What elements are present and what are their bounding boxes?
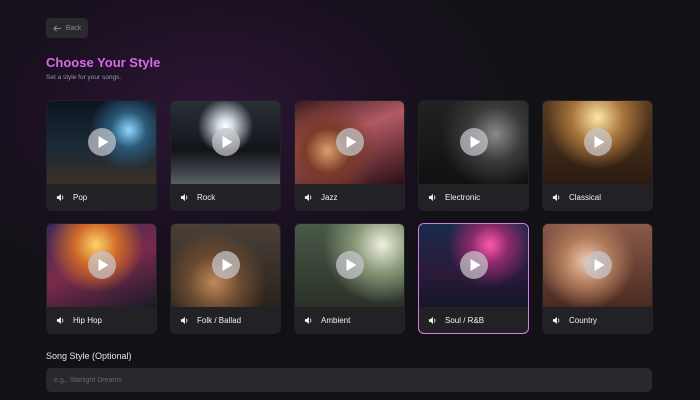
speaker-icon xyxy=(552,316,560,325)
style-label: Classical xyxy=(569,193,602,202)
play-icon xyxy=(222,259,232,271)
song-style-label: Song Style (Optional) xyxy=(46,351,132,361)
play-button[interactable] xyxy=(212,128,240,156)
play-icon xyxy=(594,259,604,271)
play-icon xyxy=(470,136,480,148)
play-button[interactable] xyxy=(460,128,488,156)
style-card[interactable]: Electronic xyxy=(418,100,529,211)
play-button[interactable] xyxy=(336,251,364,279)
style-label: Pop xyxy=(73,193,88,202)
play-icon xyxy=(222,136,232,148)
back-label: Back xyxy=(65,24,82,32)
style-card[interactable]: Soul / R&B xyxy=(418,223,529,334)
play-button[interactable] xyxy=(212,251,240,279)
style-card[interactable]: Hip Hop xyxy=(46,223,157,334)
play-button[interactable] xyxy=(584,128,612,156)
play-icon xyxy=(594,136,604,148)
speaker-icon xyxy=(552,193,560,202)
style-card[interactable]: Folk / Ballad xyxy=(170,223,281,334)
style-label: Soul / R&B xyxy=(445,316,485,325)
play-button[interactable] xyxy=(88,128,116,156)
style-label: Folk / Ballad xyxy=(197,316,242,325)
style-card[interactable]: Classical xyxy=(542,100,653,211)
back-button[interactable]: Back xyxy=(46,18,88,38)
play-button[interactable] xyxy=(88,251,116,279)
style-card[interactable]: Country xyxy=(542,223,653,334)
style-label: Hip Hop xyxy=(73,316,102,325)
song-style-input[interactable] xyxy=(46,368,652,392)
speaker-icon xyxy=(180,316,188,325)
speaker-icon xyxy=(180,193,188,202)
speaker-icon xyxy=(428,316,436,325)
style-card[interactable]: Jazz xyxy=(294,100,405,211)
style-card[interactable]: Pop xyxy=(46,100,157,211)
style-label: Rock xyxy=(197,193,216,202)
style-card[interactable]: Ambient xyxy=(294,223,405,334)
play-icon xyxy=(470,259,480,271)
speaker-icon xyxy=(428,193,436,202)
style-card[interactable]: Rock xyxy=(170,100,281,211)
play-icon xyxy=(98,136,108,148)
play-icon xyxy=(98,259,108,271)
style-label: Electronic xyxy=(445,193,481,202)
speaker-icon xyxy=(304,316,312,325)
style-label: Country xyxy=(569,316,598,325)
speaker-icon xyxy=(304,193,312,202)
speaker-icon xyxy=(56,193,64,202)
style-label: Jazz xyxy=(321,193,338,202)
play-icon xyxy=(346,259,356,271)
arrow-left-icon xyxy=(53,25,61,31)
play-button[interactable] xyxy=(460,251,488,279)
page-title: Choose Your Style xyxy=(46,55,161,70)
speaker-icon xyxy=(56,316,64,325)
style-label: Ambient xyxy=(321,316,351,325)
page-subtitle: Set a style for your songs. xyxy=(46,74,122,81)
play-button[interactable] xyxy=(584,251,612,279)
play-button[interactable] xyxy=(336,128,364,156)
play-icon xyxy=(346,136,356,148)
